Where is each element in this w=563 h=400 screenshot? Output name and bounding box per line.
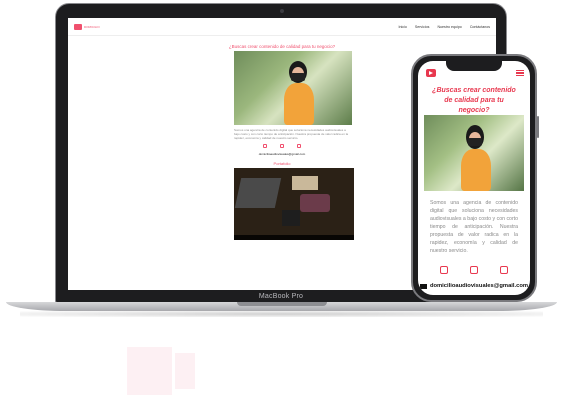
phone-side-button [537, 116, 539, 138]
nav-link-inicio[interactable]: Inicio [398, 25, 406, 29]
phone-notch [446, 61, 502, 71]
hero-description: Somos una agencia de contenido digital q… [234, 128, 349, 140]
phone-heading: ¿Buscas crear contenido de calidad para … [432, 87, 516, 114]
youtube-icon[interactable] [280, 144, 284, 148]
video-laptop-shape [234, 178, 282, 208]
video-palette-shape [300, 194, 330, 212]
instagram-icon[interactable] [263, 144, 267, 148]
photographer-figure [458, 125, 494, 191]
hamburger-menu-icon[interactable] [516, 70, 524, 76]
phone-email-row[interactable]: domicilioaudiovisuales@gmail.com [418, 283, 530, 289]
phone-hero-photo [424, 115, 524, 191]
site-heading: ¿Buscas crear contenido de calidad para … [228, 44, 336, 49]
video-phone-shape [282, 210, 300, 226]
video-controls[interactable] [234, 235, 354, 240]
nav-link-servicios[interactable]: Servicios [415, 25, 430, 29]
mail-icon [419, 283, 427, 289]
video-paper-shape [292, 176, 318, 190]
hero-photo [234, 51, 352, 125]
phone-screen: ¿Buscas crear contenido de calidad para … [418, 61, 530, 295]
camera-icon[interactable] [500, 266, 508, 274]
phone-social-icons [418, 266, 530, 274]
camera-icon[interactable] [297, 144, 301, 148]
laptop-camera [280, 9, 284, 13]
nav-link-contacto[interactable]: Contáctanos [470, 25, 490, 29]
laptop-shadow [20, 311, 543, 317]
phone-email[interactable]: domicilioaudiovisuales@gmail.com [430, 283, 528, 289]
site-logo-text: DOMICILIO [84, 24, 100, 29]
site-logo-icon[interactable] [74, 23, 82, 30]
phone-logo-icon[interactable] [426, 69, 436, 77]
device-mockup: DOMICILIO Inicio Servicios Nuestro equip… [0, 0, 563, 400]
site-navbar: DOMICILIO Inicio Servicios Nuestro equip… [68, 18, 496, 36]
instagram-icon[interactable] [440, 266, 448, 274]
laptop-opening-notch [237, 302, 327, 306]
photographer-figure [280, 61, 320, 125]
phone: ¿Buscas crear contenido de calidad para … [411, 54, 539, 302]
youtube-icon[interactable] [470, 266, 478, 274]
nav-link-equipo[interactable]: Nuestro equipo [437, 25, 461, 29]
faint-logo-mark [127, 347, 197, 395]
portfolio-video[interactable] [234, 168, 354, 240]
phone-description: Somos una agencia de contenido digital q… [430, 200, 518, 254]
nav-links: Inicio Servicios Nuestro equipo Contácta… [398, 25, 490, 29]
